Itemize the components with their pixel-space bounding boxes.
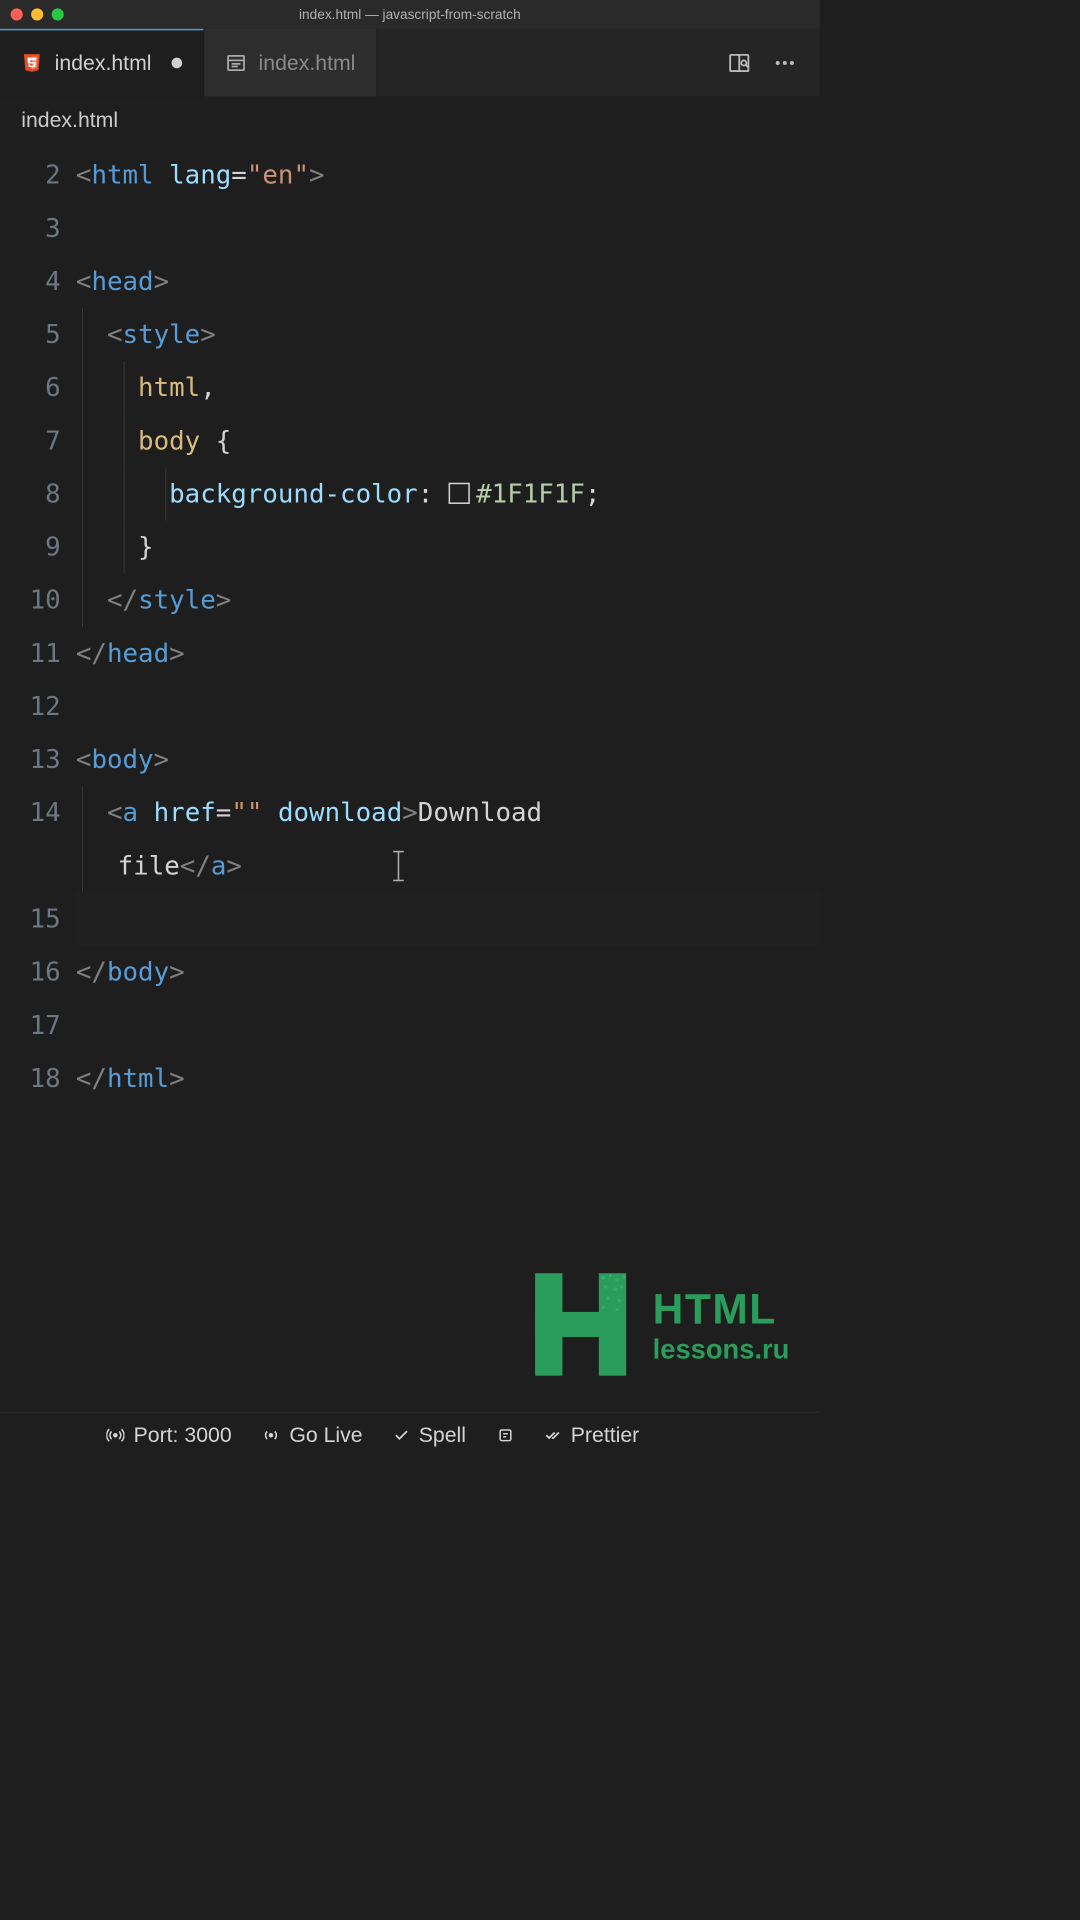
- h-logo-icon: [524, 1260, 638, 1389]
- tab-actions: [726, 29, 820, 97]
- watermark-logo: HTML lessons.ru: [524, 1260, 790, 1389]
- split-preview-button[interactable]: [726, 49, 753, 76]
- check-icon: [393, 1427, 410, 1444]
- close-window-button[interactable]: [11, 8, 23, 20]
- preview-icon: [225, 52, 246, 73]
- dirty-indicator-icon: [171, 57, 182, 68]
- tab-label: index.html: [55, 50, 152, 74]
- line-number-gutter: 23456789101112131415161718: [0, 149, 76, 1105]
- double-check-icon: [545, 1427, 562, 1444]
- color-swatch-icon[interactable]: [449, 482, 470, 503]
- window-title: index.html — javascript-from-scratch: [299, 6, 521, 22]
- breadcrumb-item: index.html: [21, 108, 118, 132]
- tab-bar: index.html index.html: [0, 29, 820, 97]
- tab-index-html-active[interactable]: index.html: [0, 29, 204, 97]
- broadcast-icon: [262, 1426, 280, 1444]
- status-prettier-icon-only[interactable]: [496, 1426, 514, 1444]
- watermark-subtitle: lessons.ru: [653, 1333, 790, 1365]
- tab-index-html-preview[interactable]: index.html: [204, 29, 378, 97]
- status-go-live[interactable]: Go Live: [262, 1423, 363, 1447]
- maximize-window-button[interactable]: [52, 8, 64, 20]
- code-editor[interactable]: 23456789101112131415161718 <html lang="e…: [0, 143, 820, 1105]
- status-bar: Port: 3000 Go Live Spell Prettier: [0, 1412, 820, 1458]
- tab-label: index.html: [259, 50, 356, 74]
- more-actions-button[interactable]: [771, 49, 798, 76]
- broadcast-icon: [106, 1426, 124, 1444]
- status-port[interactable]: Port: 3000: [106, 1423, 231, 1447]
- html5-icon: [21, 52, 42, 73]
- status-prettier[interactable]: Prettier: [545, 1423, 639, 1447]
- code-area[interactable]: <html lang="en"><head> <style> html, bod…: [76, 149, 820, 1105]
- text-cursor: [397, 850, 398, 880]
- traffic-lights: [11, 8, 64, 20]
- breadcrumb[interactable]: index.html: [0, 97, 820, 143]
- minimize-window-button[interactable]: [31, 8, 43, 20]
- titlebar: index.html — javascript-from-scratch: [0, 0, 820, 29]
- status-spell[interactable]: Spell: [393, 1423, 466, 1447]
- watermark-title: HTML: [653, 1284, 790, 1333]
- format-icon: [496, 1426, 514, 1444]
